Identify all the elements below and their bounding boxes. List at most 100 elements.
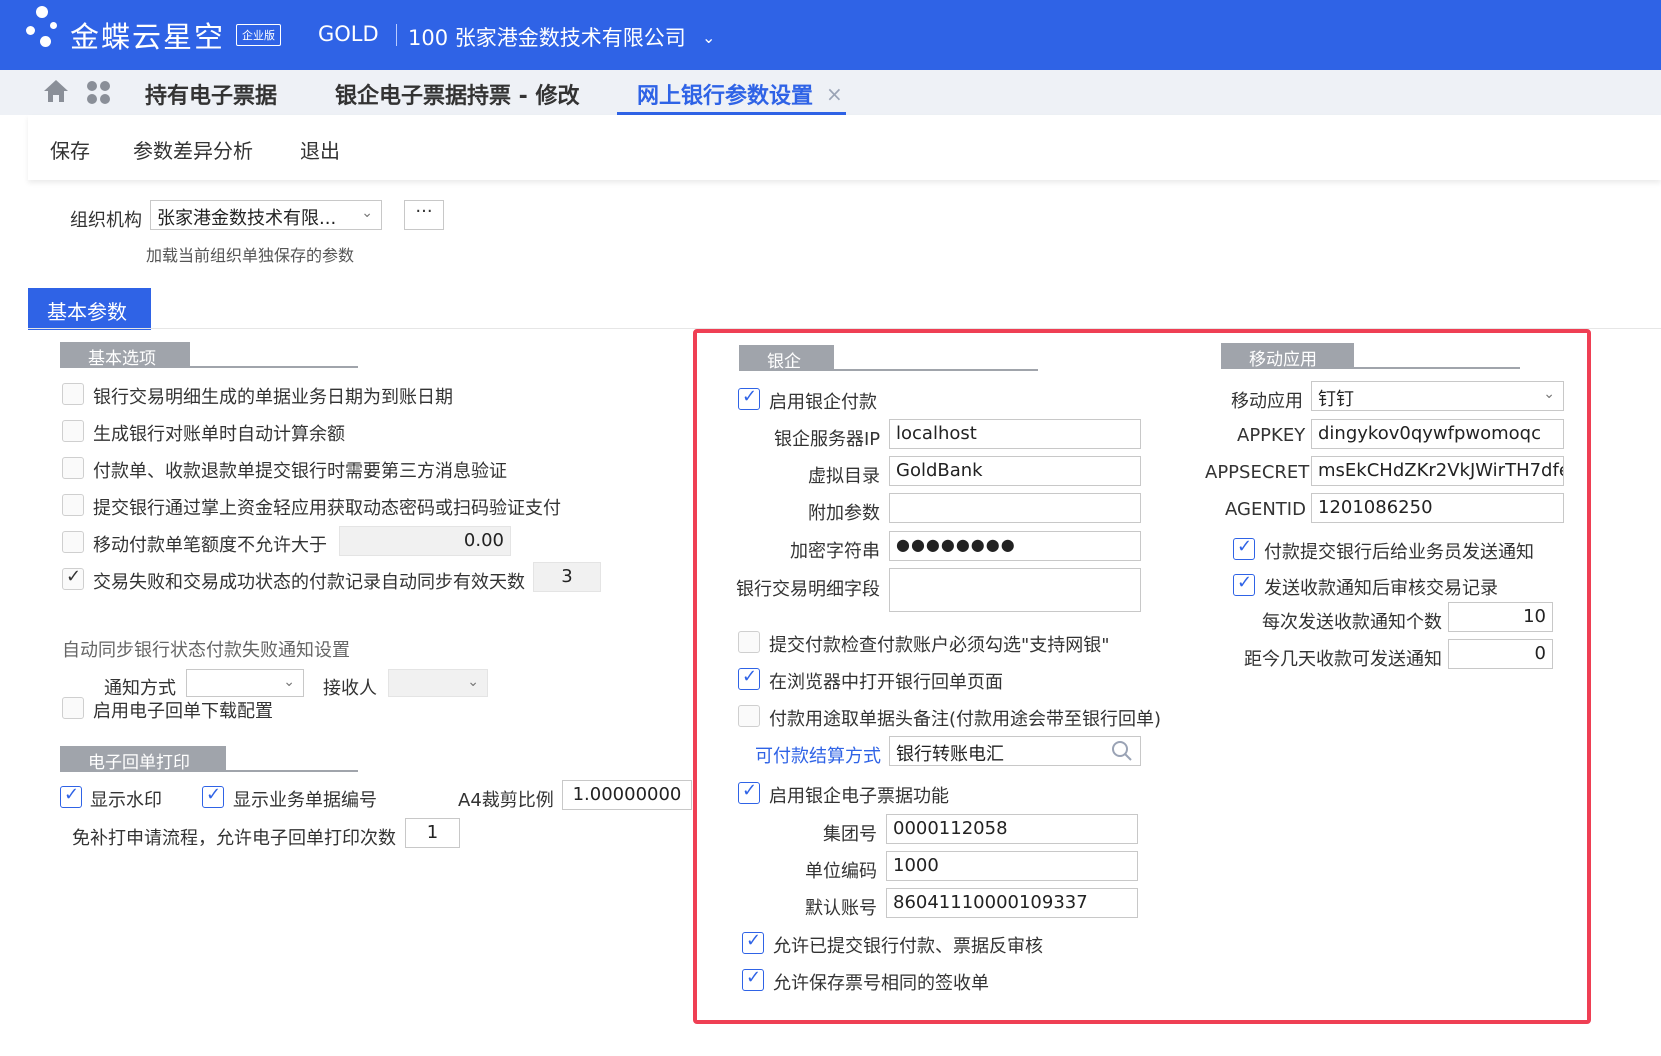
unit-code-input[interactable]: 1000 (886, 851, 1138, 881)
option-third-party-verify: 付款单、收款退款单提交银行时需要第三方消息验证 (93, 461, 507, 482)
checkbox-ereceipt-download[interactable] (62, 697, 84, 719)
option-open-browser: 在浏览器中打开银行回单页面 (769, 672, 1003, 693)
tab-online-bank-settings[interactable]: 网上银行参数设置 (637, 78, 813, 110)
default-account-input[interactable]: 86041110000109337 (886, 888, 1138, 918)
settle-method-link[interactable]: 可付款结算方式 (755, 742, 881, 768)
notify-method-select[interactable]: ⌄ (186, 669, 304, 697)
server-ip-input[interactable]: localhost (889, 419, 1141, 449)
a4-ratio-input[interactable]: 1.00000000 (562, 780, 692, 810)
checkbox-auto-balance[interactable] (62, 420, 84, 442)
save-button[interactable]: 保存 (50, 135, 90, 164)
org-hint: 加载当前组织单独保存的参数 (146, 246, 355, 265)
option-enable-ebill: 启用银企电子票据功能 (769, 786, 949, 807)
option-check-online-bank: 提交付款检查付款账户必须勾选"支持网银" (769, 635, 1110, 656)
appsecret-label: APPSECRET (1205, 462, 1310, 483)
section-bank-enterprise: 银企 (739, 345, 834, 372)
reprint-label: 免补打申请流程，允许电子回单打印次数 (72, 828, 396, 849)
checkbox-enable-ebill[interactable]: ✓ (738, 780, 760, 804)
option-allow-same-no: 允许保存票号相同的签收单 (773, 973, 989, 994)
option-show-bill-no: 显示业务单据编号 (233, 790, 377, 811)
checkbox-enable-bank-pay[interactable]: ✓ (738, 386, 760, 410)
sync-days-input[interactable]: 3 (533, 562, 601, 592)
edition-badge: 企业版 (236, 24, 281, 46)
settle-method-value: 银行转账电汇 (896, 744, 1004, 765)
unit-code-label: 单位编码 (805, 861, 877, 882)
option-ereceipt-download: 启用电子回单下载配置 (93, 701, 273, 722)
chevron-down-icon[interactable]: ⌄ (702, 28, 715, 47)
option-enable-bank-pay: 启用银企付款 (769, 392, 877, 413)
appkey-label: APPKEY (1237, 425, 1306, 446)
receiver-select[interactable]: ⌄ (388, 669, 488, 697)
checkbox-sync-days[interactable]: ✓ (62, 566, 84, 590)
vdir-label: 虚拟目录 (808, 466, 880, 487)
checkbox-show-bill-no[interactable]: ✓ (202, 784, 224, 808)
search-icon[interactable] (1110, 739, 1134, 765)
extra-param-input[interactable] (889, 493, 1141, 523)
checkbox-use-remark[interactable] (738, 705, 760, 727)
user-name[interactable]: GOLD (318, 22, 379, 46)
default-account-label: 默认账号 (805, 898, 877, 919)
close-tab-icon[interactable]: × (826, 82, 843, 106)
home-icon[interactable] (42, 78, 70, 108)
mobile-app-value: 钉钉 (1318, 389, 1354, 410)
a4-ratio-value: 1.00000000 (572, 784, 682, 805)
chevron-down-icon: ⌄ (283, 674, 295, 690)
org-more-button[interactable]: ··· (404, 200, 444, 230)
tab-bank-ebill-edit[interactable]: 银企电子票据持票 - 修改 (335, 78, 579, 110)
reprint-value: 1 (426, 822, 439, 843)
section-basic-options: 基本选项 (60, 342, 190, 369)
encrypt-input[interactable]: ●●●●●●●● (889, 531, 1141, 561)
org-select-value: 张家港金数技术有限... (157, 208, 337, 229)
checkbox-check-online-bank[interactable] (738, 631, 760, 653)
apps-grid-icon[interactable] (86, 80, 112, 110)
section-underline (226, 770, 358, 772)
option-allow-reverse: 允许已提交银行付款、票据反审核 (773, 936, 1043, 957)
per-send-input[interactable]: 10 (1448, 602, 1553, 632)
detail-field-label: 银行交易明细字段 (736, 579, 880, 600)
checkbox-third-party-verify[interactable] (62, 457, 84, 479)
vdir-input[interactable]: GoldBank (889, 456, 1141, 486)
checkbox-dynamic-password[interactable] (62, 494, 84, 516)
tab-held-ebill[interactable]: 持有电子票据 (145, 78, 277, 110)
days-label: 距今几天收款可发送通知 (1244, 649, 1442, 670)
checkbox-audit-after-notify[interactable]: ✓ (1233, 572, 1255, 596)
option-use-remark: 付款用途取单据头备注(付款用途会带至银行回单) (769, 709, 1162, 730)
section-underline (190, 366, 358, 368)
option-auto-balance: 生成银行对账单时自动计算余额 (93, 424, 345, 445)
days-input[interactable]: 0 (1448, 639, 1553, 669)
checkbox-show-watermark[interactable]: ✓ (60, 784, 82, 808)
checkbox-allow-reverse[interactable]: ✓ (742, 930, 764, 954)
mobile-limit-input[interactable]: 0.00 (339, 526, 511, 556)
agentid-input[interactable]: 1201086250 (1311, 493, 1564, 523)
detail-field-input[interactable] (889, 568, 1141, 612)
mobile-app-label: 移动应用 (1231, 391, 1303, 412)
checkbox-allow-same-no[interactable]: ✓ (742, 967, 764, 991)
option-mobile-limit: 移动付款单笔额度不允许大于 (93, 535, 327, 556)
mobile-app-select[interactable]: 钉钉 ⌄ (1311, 381, 1564, 411)
option-audit-after-notify: 发送收款通知后审核交易记录 (1264, 578, 1498, 599)
settle-method-input[interactable]: 银行转账电汇 (889, 736, 1141, 766)
toolbar: 保存 参数差异分析 退出 (28, 115, 1661, 180)
option-show-watermark: 显示水印 (90, 790, 162, 811)
chevron-down-icon: ⌄ (467, 674, 479, 690)
option-bank-date: 银行交易明细生成的单据业务日期为到账日期 (93, 387, 453, 408)
org-select[interactable]: 张家港金数技术有限... ⌄ (150, 200, 382, 230)
section-ereceipt-print: 电子回单打印 (60, 746, 226, 773)
encrypt-label: 加密字符串 (790, 541, 880, 562)
appsecret-input[interactable]: msEkCHdZKr2VkJWirTH7dfe (1311, 456, 1564, 486)
sync-notify-title: 自动同步银行状态付款失败通知设置 (62, 640, 350, 661)
checkbox-mobile-limit[interactable] (62, 531, 84, 553)
checkbox-bank-date[interactable] (62, 383, 84, 405)
org-label: 组织机构 (70, 210, 142, 231)
org-selector[interactable]: 100 张家港金数技术有限公司 (408, 22, 686, 52)
exit-button[interactable]: 退出 (300, 135, 340, 164)
reprint-input[interactable]: 1 (405, 818, 460, 848)
tab-basic-params[interactable]: 基本参数 (28, 288, 151, 330)
checkbox-notify-after-submit[interactable]: ✓ (1233, 536, 1255, 560)
section-underline (1354, 367, 1520, 369)
param-diff-button[interactable]: 参数差异分析 (133, 135, 253, 164)
group-no-input[interactable]: 0000112058 (886, 814, 1138, 844)
appkey-input[interactable]: dingykov0qywfpwomoqc (1311, 419, 1564, 449)
server-ip-label: 银企服务器IP (774, 429, 881, 450)
checkbox-open-browser[interactable]: ✓ (738, 666, 760, 690)
